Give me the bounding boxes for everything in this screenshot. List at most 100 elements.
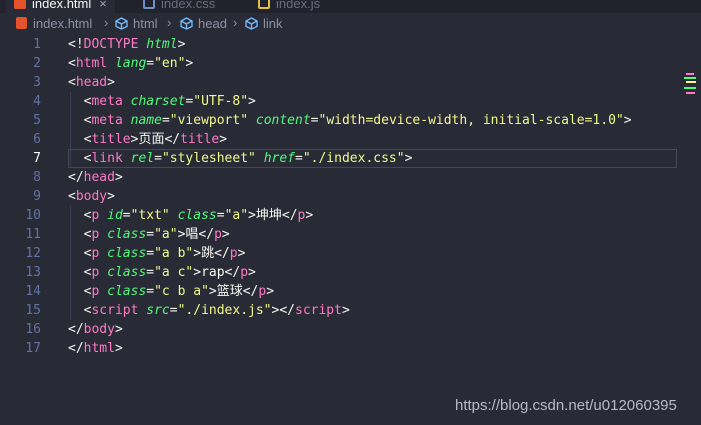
code-token: "a" (154, 227, 178, 242)
line-number: 6 (33, 132, 41, 147)
code-line[interactable]: 15 <script src="./index.js"></script> (0, 301, 701, 320)
breadcrumb-file-label: index.html (33, 16, 93, 31)
code-line[interactable]: 5 <meta name="viewport" content="width=d… (0, 111, 701, 130)
code-token: < (68, 132, 92, 147)
tab-index-css[interactable]: index.css (135, 0, 223, 13)
code-line[interactable]: 2 <html lang="en"> (0, 54, 701, 73)
code-text: </head> (68, 168, 123, 187)
code-token: link (91, 151, 123, 166)
code-token: html (75, 56, 108, 71)
code-text: </body> (68, 320, 123, 339)
code-token: < (68, 94, 92, 109)
breadcrumb-file[interactable]: index.html (16, 16, 92, 32)
code-token: >篮球</ (208, 284, 259, 299)
code-line[interactable]: 10 <p id="txt" class="a">坤坤</p> (0, 206, 701, 225)
tab-label: index.css (161, 0, 216, 11)
code-text: <!DOCTYPE html> (68, 35, 185, 54)
code-token: class (107, 246, 147, 261)
code-text: <p class="c b a">篮球</p> (68, 282, 274, 301)
code-token: class (107, 227, 147, 242)
breadcrumb-item-html[interactable]: html (115, 16, 158, 32)
line-number: 2 (33, 56, 41, 71)
code-token: body (75, 189, 108, 204)
code-token: >rap</ (193, 265, 241, 280)
minimap[interactable] (684, 73, 698, 99)
code-token: > (266, 284, 275, 299)
code-text: <head> (68, 73, 115, 92)
tab-label: index.html (32, 0, 92, 11)
code-token: < (68, 265, 92, 280)
tab-index-js[interactable]: index.js (250, 0, 328, 13)
code-token: "viewport" (169, 113, 249, 128)
code-token: > (404, 151, 413, 166)
code-line[interactable]: 7 <link rel="stylesheet" href="./index.c… (0, 149, 701, 168)
tab-bar: index.html × index.css index.js (0, 0, 701, 13)
code-token: "./index.css" (302, 151, 405, 166)
code-token: "width=device-width, initial-scale=1.0" (318, 113, 624, 128)
breadcrumb-label: head (198, 16, 227, 31)
close-icon[interactable]: × (99, 0, 107, 11)
code-token: > (248, 94, 256, 109)
line-number: 16 (25, 322, 41, 337)
code-line[interactable]: 4 <meta charset="UTF-8"> (0, 92, 701, 111)
code-token: = (169, 303, 178, 318)
code-text: <p class="a c">rap</p> (68, 263, 256, 282)
tab-index-html[interactable]: index.html × (6, 0, 115, 13)
code-token: </ (68, 322, 84, 337)
code-token: >跳</ (193, 246, 230, 261)
code-token: "a" (224, 208, 249, 223)
code-text: <p id="txt" class="a">坤坤</p> (68, 206, 314, 225)
code-line[interactable]: 9 <body> (0, 187, 701, 206)
code-token: "txt" (130, 208, 170, 223)
breadcrumb-item-link[interactable]: link (245, 16, 283, 32)
line-number: 14 (25, 284, 41, 299)
code-editor[interactable]: 1 <!DOCTYPE html> 2 <html lang="en"> 3 <head>… (0, 35, 701, 425)
code-token: > (114, 341, 123, 356)
code-token: > (237, 246, 246, 261)
code-line[interactable]: 17 </html> (0, 339, 701, 358)
code-token: > (341, 303, 350, 318)
breadcrumb-item-head[interactable]: head (180, 16, 227, 32)
breadcrumb-label: html (133, 16, 158, 31)
line-number: 4 (33, 94, 41, 109)
code-line[interactable]: 12 <p class="a b">跳</p> (0, 244, 701, 263)
code-line[interactable]: 16 </body> (0, 320, 701, 339)
code-token: DOCTYPE (83, 37, 139, 52)
code-line[interactable]: 6 <title>页面</title> (0, 130, 701, 149)
code-token: > (221, 227, 230, 242)
watermark: https://blog.csdn.net/u012060395 (455, 397, 677, 414)
code-line[interactable]: 8 </head> (0, 168, 701, 187)
chevron-right-icon: › (233, 15, 238, 30)
code-token: > (177, 37, 186, 52)
code-token: < (68, 75, 76, 90)
code-token: = (216, 208, 225, 223)
code-line[interactable]: 1 <!DOCTYPE html> (0, 35, 701, 54)
code-token: html (146, 37, 178, 52)
line-number: 13 (25, 265, 41, 280)
code-token: > (114, 170, 123, 185)
code-token: = (146, 227, 155, 242)
code-token: = (146, 246, 155, 261)
code-token: > (305, 208, 314, 223)
code-line[interactable]: 11 <p class="a">唱</p> (0, 225, 701, 244)
code-line[interactable]: 3 <head> (0, 73, 701, 92)
code-token: < (68, 151, 92, 166)
line-number: 12 (25, 246, 41, 261)
line-number: 15 (25, 303, 41, 318)
code-line[interactable]: 13 <p class="a c">rap</p> (0, 263, 701, 282)
code-token: = (295, 151, 303, 166)
code-line[interactable]: 14 <p class="c b a">篮球</p> (0, 282, 701, 301)
code-token: charset (130, 94, 186, 109)
code-token: class (177, 208, 217, 223)
code-token: p (214, 227, 222, 242)
code-token: p (240, 265, 249, 280)
code-token: >坤坤</ (248, 208, 298, 223)
